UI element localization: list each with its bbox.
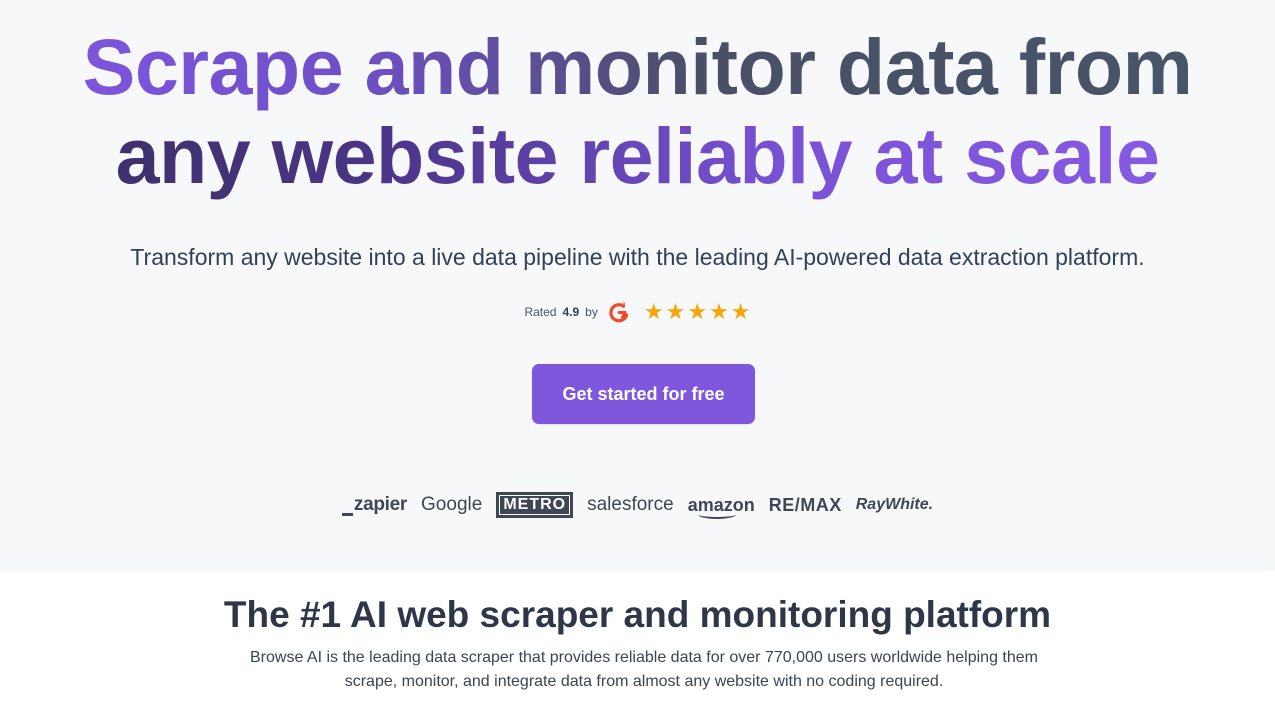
section-description: Browse AI is the leading data scraper th… (200, 646, 1088, 694)
google-logo: Google (421, 494, 483, 515)
star-icon: ★ (643, 299, 664, 324)
hero-section: Scrape and monitor data from any website… (0, 0, 1275, 571)
star-icon: ★ (687, 299, 708, 324)
hero-subtitle: Transform any website into a live data p… (130, 244, 1145, 270)
g2-logo-icon: 2 (608, 301, 630, 323)
rating-by: by (585, 305, 598, 319)
customer-logos: zapier Google METRO salesforce amazon RE… (0, 490, 1275, 520)
zapier-logo: zapier (341, 490, 407, 520)
star-icon: ★ (665, 299, 686, 324)
description-line-2: scrape, monitor, and integrate data from… (344, 673, 944, 690)
headline-line-1: Scrape and monitor data from (0, 22, 1275, 111)
rating-stars: ★ ★ ★ ★ ★ (644, 301, 751, 323)
platform-section: The #1 AI web scraper and monitoring pla… (0, 571, 1275, 718)
star-icon: ★ (730, 299, 751, 324)
rating-score: 4.9 (562, 305, 580, 319)
salesforce-logo: salesforce (587, 494, 674, 515)
raywhite-logo: RayWhite. (855, 496, 934, 513)
metro-logo: METRO (496, 492, 574, 518)
get-started-button[interactable]: Get started for free (532, 364, 755, 424)
rating-row: Rated 4.9 by 2 ★ ★ ★ ★ ★ (0, 301, 1275, 323)
description-line-1: Browse AI is the leading data scraper th… (249, 649, 1038, 666)
star-icon: ★ (709, 299, 729, 324)
amazon-logo: amazon (688, 490, 755, 520)
remax-logo: RE/MAX (768, 495, 842, 515)
section-title: The #1 AI web scraper and monitoring pla… (223, 594, 1052, 635)
rating-prefix: Rated (524, 305, 557, 319)
svg-text:2: 2 (622, 303, 626, 309)
hero-headline: Scrape and monitor data from any website… (0, 22, 1275, 200)
headline-line-2: any website reliably at scale (0, 111, 1275, 200)
